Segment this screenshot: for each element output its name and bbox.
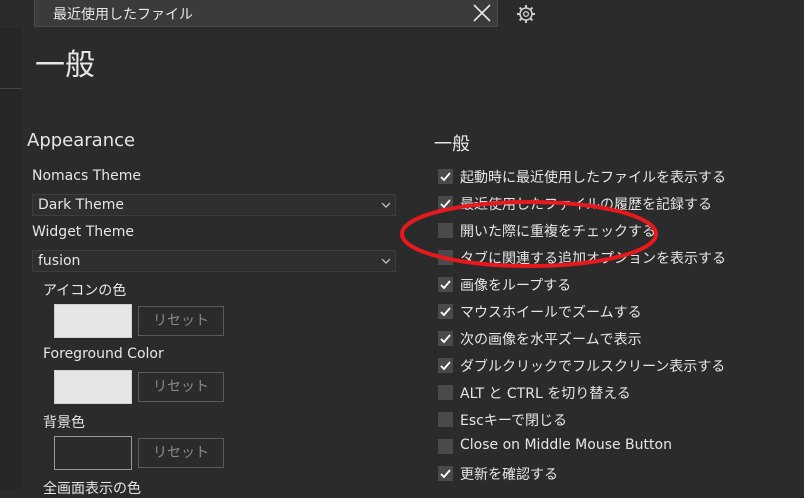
appearance-section-title: Appearance <box>27 130 136 151</box>
general-option-label: 最近使用したファイルの履歴を記録する <box>460 197 712 213</box>
general-option-label: 更新を確認する <box>460 467 558 483</box>
checkbox-checked[interactable] <box>438 331 453 346</box>
fullscreen-color-label: 全画面表示の色 <box>43 481 141 497</box>
icon-color-label: アイコンの色 <box>43 283 127 299</box>
checkbox-checked[interactable] <box>438 169 453 184</box>
checkbox-unchecked[interactable] <box>438 439 453 454</box>
chevron-down-icon <box>381 258 391 264</box>
general-option-label: ダブルクリックでフルスクリーン表示する <box>460 359 726 375</box>
general-option-label: 画像をループする <box>460 278 572 294</box>
checkmark-icon <box>440 199 451 209</box>
nomacs-theme-select[interactable]: Dark Theme <box>32 194 396 216</box>
recent-files-tab[interactable]: 最近使用したファイル <box>34 0 498 27</box>
checkmark-icon <box>440 280 451 290</box>
nomacs-theme-value: Dark Theme <box>38 197 124 213</box>
general-option-label: 次の画像を水平ズームで表示 <box>460 332 642 348</box>
general-option-label: 開いた際に重複をチェックする <box>460 224 656 240</box>
checkmark-icon <box>440 172 451 182</box>
checkbox-checked[interactable] <box>438 277 453 292</box>
foreground-color-swatch[interactable] <box>54 370 132 404</box>
checkmark-icon <box>440 361 451 371</box>
general-section-title: 一般 <box>434 134 470 155</box>
chevron-down-icon <box>381 202 391 208</box>
top-bar: 最近使用したファイル <box>0 0 804 28</box>
background-color-reset-button[interactable]: リセット <box>138 438 224 468</box>
general-option-label: タブに関連する追加オプションを表示する <box>460 251 726 267</box>
checkbox-unchecked[interactable] <box>438 250 453 265</box>
general-option-label: Escキーで閉じる <box>460 413 567 429</box>
general-option-label: ALT と CTRL を切り替える <box>460 386 631 402</box>
widget-theme-select[interactable]: fusion <box>32 250 396 272</box>
foreground-color-label: Foreground Color <box>43 346 164 362</box>
tab-label: 最近使用したファイル <box>53 7 193 23</box>
general-option-label: 起動時に最近使用したファイルを表示する <box>460 170 726 186</box>
icon-color-reset-button[interactable]: リセット <box>138 306 224 336</box>
checkbox-checked[interactable] <box>438 466 453 481</box>
checkmark-icon <box>440 469 451 479</box>
icon-color-swatch[interactable] <box>54 304 132 338</box>
checkbox-unchecked[interactable] <box>438 223 453 238</box>
general-option-label: Close on Middle Mouse Button <box>460 437 672 453</box>
nomacs-theme-label: Nomacs Theme <box>32 168 141 184</box>
checkmark-icon <box>440 307 451 317</box>
gear-icon[interactable] <box>515 3 537 25</box>
checkbox-unchecked[interactable] <box>438 412 453 427</box>
close-icon[interactable] <box>469 0 495 26</box>
widget-theme-value: fusion <box>38 253 81 269</box>
checkbox-checked[interactable] <box>438 196 453 211</box>
checkbox-unchecked[interactable] <box>438 385 453 400</box>
checkbox-checked[interactable] <box>438 304 453 319</box>
widget-theme-label: Widget Theme <box>32 224 135 240</box>
foreground-color-reset-button[interactable]: リセット <box>138 372 224 402</box>
page-title: 一般 <box>35 48 95 83</box>
left-strip <box>0 28 22 489</box>
background-color-label: 背景色 <box>43 415 85 431</box>
checkbox-checked[interactable] <box>438 358 453 373</box>
checkmark-icon <box>440 334 451 344</box>
background-color-swatch[interactable] <box>54 436 132 470</box>
general-option-label: マウスホイールでズームする <box>460 305 642 321</box>
